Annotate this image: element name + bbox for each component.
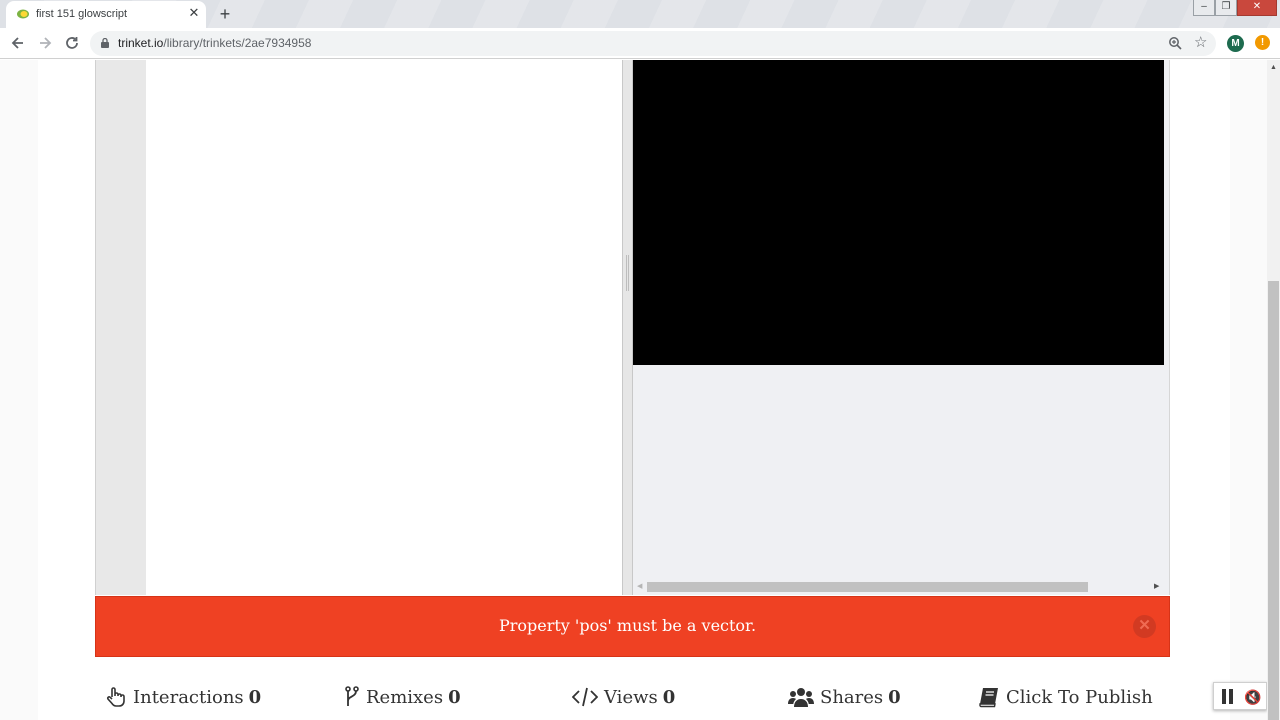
- trinket-page: ◀ ▶ Property 'pos' must be a vector. ✕ I…: [0, 60, 1267, 720]
- remixes-count: 0: [448, 686, 461, 708]
- glowscript-canvas[interactable]: [633, 60, 1164, 365]
- stat-views[interactable]: Views 0: [572, 686, 675, 708]
- output-horizontal-scrollbar[interactable]: ◀ ▶: [633, 580, 1164, 594]
- scroll-right-arrow-icon[interactable]: ▶: [1154, 583, 1159, 591]
- window-minimize-button[interactable]: –: [1193, 0, 1215, 16]
- publish-label: Click To Publish: [1006, 686, 1153, 708]
- scroll-up-arrow-icon[interactable]: ▲: [1270, 64, 1277, 72]
- output-panel: ◀ ▶: [633, 60, 1170, 595]
- profile-avatar[interactable]: M: [1227, 35, 1244, 52]
- address-bar[interactable]: trinket.io/library/trinkets/2ae7934958 ☆: [90, 31, 1216, 56]
- views-count: 0: [662, 686, 676, 708]
- stat-shares[interactable]: Shares 0: [788, 686, 901, 708]
- page-vertical-scrollbar[interactable]: ▲: [1267, 60, 1280, 720]
- splitter-grip-icon[interactable]: [626, 255, 629, 291]
- mute-icon[interactable]: 🔇: [1244, 688, 1261, 706]
- tab-close-icon[interactable]: ✕: [187, 6, 201, 20]
- media-controls: 🔇: [1213, 682, 1267, 710]
- error-close-glyph: ✕: [1138, 617, 1151, 634]
- code-editor[interactable]: [146, 60, 622, 595]
- shares-label: Shares: [820, 686, 884, 708]
- new-tab-button[interactable]: +: [216, 5, 234, 23]
- page-margin-right: [1230, 60, 1267, 720]
- error-banner: Property 'pos' must be a vector. ✕: [95, 596, 1170, 657]
- lock-icon: [101, 38, 109, 48]
- pointer-hand-icon: [107, 687, 125, 707]
- scroll-left-arrow-icon[interactable]: ◀: [637, 583, 642, 591]
- error-message: Property 'pos' must be a vector.: [498, 616, 757, 635]
- reload-icon[interactable]: [62, 33, 82, 53]
- url-path: /library/trinkets/2ae7934958: [163, 36, 312, 50]
- vertical-scroll-thumb[interactable]: [1268, 281, 1279, 720]
- url-text: trinket.io/library/trinkets/2ae7934958: [118, 36, 311, 50]
- pane-splitter[interactable]: [622, 60, 633, 595]
- code-brackets-icon: [572, 687, 598, 707]
- remixes-label: Remixes: [366, 686, 444, 708]
- browser-toolbar: trinket.io/library/trinkets/2ae7934958 ☆…: [0, 28, 1280, 59]
- editor-line-gutter: [95, 60, 146, 595]
- horizontal-scroll-thumb[interactable]: [647, 582, 1088, 592]
- shares-count: 0: [888, 686, 901, 708]
- pause-icon[interactable]: [1221, 689, 1235, 705]
- tab-title: first 151 glowscript: [36, 8, 128, 20]
- forward-arrow-icon[interactable]: [35, 33, 55, 53]
- error-close-icon[interactable]: ✕: [1133, 615, 1156, 638]
- interactions-count: 0: [248, 686, 262, 708]
- browser-alert-icon[interactable]: !: [1255, 35, 1270, 50]
- interactions-label: Interactions: [133, 686, 244, 708]
- code-fork-icon: [345, 686, 359, 706]
- users-group-icon: [788, 688, 814, 707]
- trinket-stats: Interactions 0 Remixes 0 Views 0 Shares …: [0, 680, 1267, 720]
- window-close-button[interactable]: ✕: [1237, 0, 1277, 16]
- url-host: trinket.io: [118, 36, 164, 50]
- tab-strip: first 151 glowscript ✕ + – ❐ ✕: [0, 0, 1280, 28]
- views-label: Views: [604, 686, 658, 708]
- page-margin-left: [0, 60, 38, 720]
- star-icon[interactable]: ☆: [1194, 34, 1207, 52]
- stat-remixes[interactable]: Remixes 0: [344, 686, 461, 708]
- trinket-favicon-icon: [17, 9, 29, 19]
- book-icon: [979, 688, 998, 708]
- zoom-icon[interactable]: [1168, 36, 1182, 50]
- back-arrow-icon[interactable]: [8, 33, 28, 53]
- stat-interactions[interactable]: Interactions 0: [105, 686, 261, 708]
- window-maximize-button[interactable]: ❐: [1215, 0, 1237, 16]
- publish-button[interactable]: Click To Publish: [978, 686, 1153, 708]
- browser-tab[interactable]: first 151 glowscript ✕: [6, 1, 206, 28]
